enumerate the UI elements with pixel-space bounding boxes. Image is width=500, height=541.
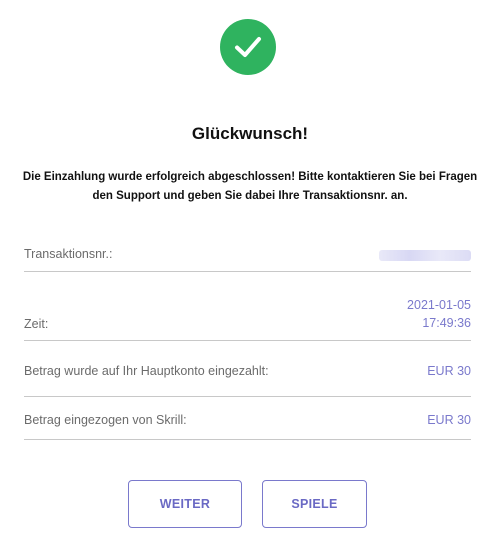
main-account-row: Betrag wurde auf Ihr Hauptkonto eingezah… bbox=[24, 341, 471, 397]
time-value: 2021-01-05 17:49:36 bbox=[407, 296, 471, 332]
transaction-label: Transaktionsnr.: bbox=[24, 247, 113, 261]
success-checkmark-icon bbox=[220, 19, 276, 75]
games-button[interactable]: SPIELE bbox=[262, 480, 367, 528]
confirmation-message: Die Einzahlung wurde erfolgreich abgesch… bbox=[22, 171, 478, 202]
checkmark-icon bbox=[235, 37, 261, 57]
time-row: Zeit: 2021-01-05 17:49:36 bbox=[24, 272, 471, 341]
skrill-label: Betrag eingezogen von Skrill: bbox=[24, 413, 187, 427]
main-account-amount: EUR 30 bbox=[427, 364, 471, 378]
continue-button[interactable]: WEITER bbox=[128, 480, 242, 528]
page-title: Glückwunsch! bbox=[191, 124, 309, 143]
main-account-label: Betrag wurde auf Ihr Hauptkonto eingezah… bbox=[24, 364, 269, 378]
skrill-amount: EUR 30 bbox=[427, 413, 471, 427]
time-label: Zeit: bbox=[24, 317, 49, 331]
time-clock: 17:49:36 bbox=[422, 316, 471, 330]
transaction-number-redacted bbox=[379, 250, 471, 261]
transaction-row: Transaktionsnr.: bbox=[24, 238, 471, 272]
skrill-row: Betrag eingezogen von Skrill: EUR 30 bbox=[24, 397, 471, 440]
time-date: 2021-01-05 bbox=[407, 298, 471, 312]
